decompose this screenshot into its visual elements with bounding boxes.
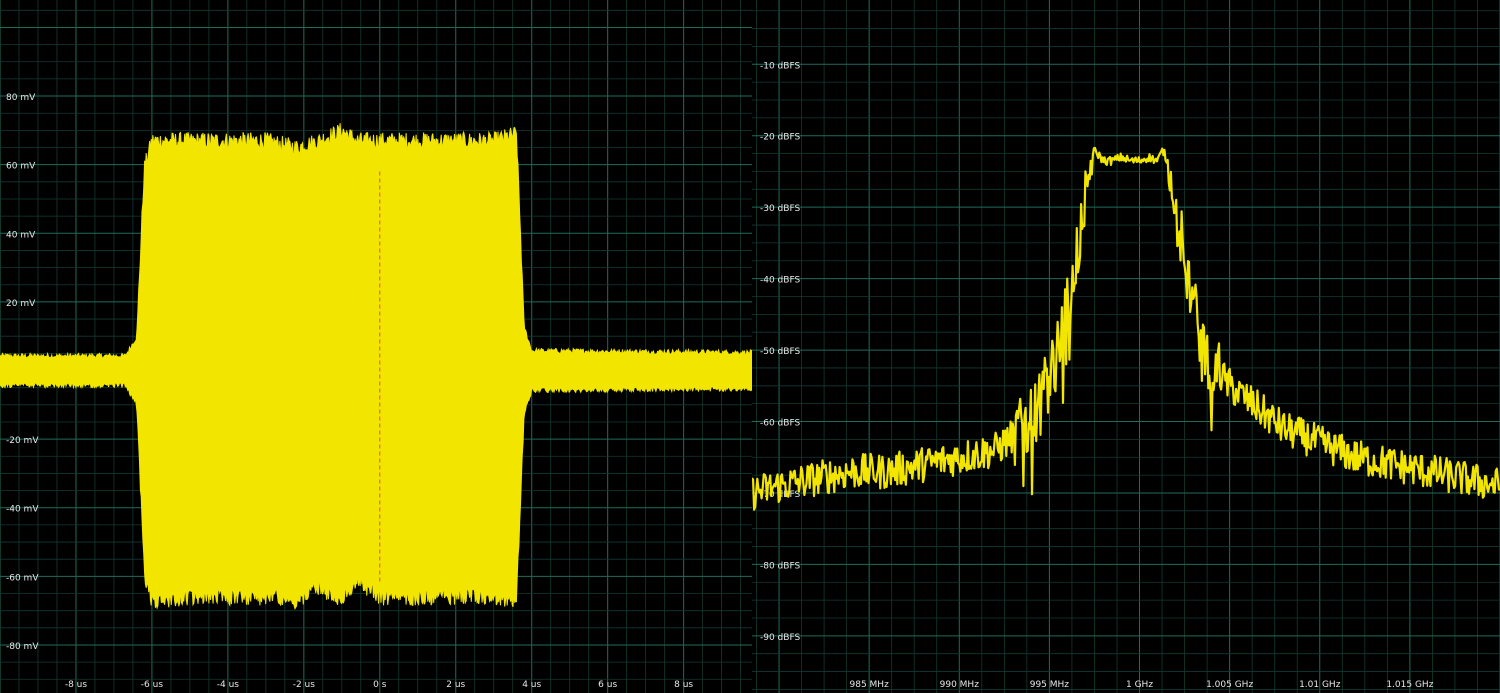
spectrum-chart: -10 dBFS -20 dBFS -30 dBFS -40 dBFS -50 dBFS… [752,0,1500,693]
y-tick-label: -80 dBFS [760,561,800,571]
time-domain-chart: 80 mV 60 mV 40 mV 20 mV -20 mV -40 mV -60 mV -8… [0,0,752,693]
y-tick-label: 80 mV [6,93,36,103]
y-tick-label: -20 mV [6,436,39,446]
y-tick-label: -40 dBFS [760,276,800,286]
x-tick-label: 995 MHz [1030,680,1070,690]
y-tick-label: -80 mV [6,642,39,652]
y-tick-label: -90 dBFS [760,633,800,643]
y-tick-label: -40 mV [6,505,39,515]
x-tick-label: 985 MHz [850,680,890,690]
y-tick-label: 40 mV [6,230,36,240]
x-tick-label: 1.01 GHz [1299,680,1341,690]
y-tick-label: -20 dBFS [760,133,800,143]
x-tick-label: -6 us [141,680,164,690]
x-tick-label: 0 s [373,680,387,690]
x-tick-label: -8 us [65,680,88,690]
x-tick-label: 990 MHz [940,680,980,690]
y-tick-label: -50 dBFS [760,347,800,357]
x-tick-label: 8 us [674,680,693,690]
x-tick-label: 2 us [446,680,465,690]
y-tick-label: -60 mV [6,573,39,583]
y-tick-label: -10 dBFS [760,61,800,71]
x-tick-label: 1 GHz [1126,680,1153,690]
spectrum-plot: -10 dBFS -20 dBFS -30 dBFS -40 dBFS -50 dBFS… [752,0,1500,693]
y-tick-label: 60 mV [6,162,36,172]
plot-background [752,0,1500,693]
y-tick-label: -30 dBFS [760,204,800,214]
y-tick-label: -60 dBFS [760,419,800,429]
x-tick-label: 6 us [598,680,617,690]
x-tick-label: 4 us [522,680,541,690]
y-tick-label: 20 mV [6,299,36,309]
x-tick-label: 1.005 GHz [1206,680,1253,690]
x-tick-label: -4 us [217,680,240,690]
time-domain-plot: 80 mV 60 mV 40 mV 20 mV -20 mV -40 mV -60 mV -8… [0,0,752,693]
x-tick-label: -2 us [293,680,316,690]
x-tick-label: 1.015 GHz [1386,680,1433,690]
